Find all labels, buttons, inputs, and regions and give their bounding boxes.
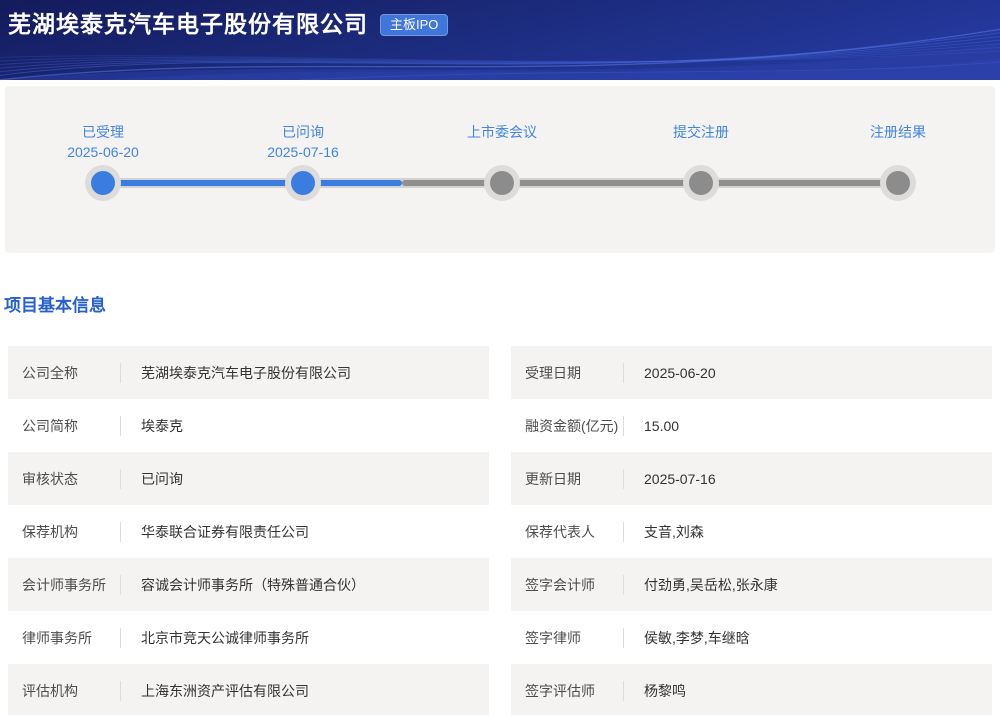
info-row: 公司简称 埃泰克 — [8, 399, 489, 452]
info-row: 签字律师 侯敏,李梦,车继晗 — [511, 611, 992, 664]
info-label: 律师事务所 — [22, 628, 120, 648]
label-value-divider — [623, 575, 624, 595]
stage-dot-icon — [886, 171, 910, 195]
stage-label: 已受理 — [28, 122, 178, 142]
info-row: 签字会计师 付劲勇,吴岳松,张永康 — [511, 558, 992, 611]
timeline-stage-accepted: 已受理 2025-06-20 — [28, 122, 178, 195]
info-label: 评估机构 — [22, 681, 120, 701]
info-value: 容诚会计师事务所（特殊普通合伙） — [141, 575, 365, 595]
stage-date: 2025-07-16 — [228, 142, 378, 162]
info-label: 融资金额(亿元) — [525, 416, 623, 436]
info-row: 评估机构 上海东洲资产评估有限公司 — [8, 664, 489, 715]
info-row: 保荐代表人 支音,刘森 — [511, 505, 992, 558]
stage-label: 提交注册 — [626, 122, 776, 142]
label-value-divider — [120, 469, 121, 489]
info-row: 签字评估师 杨黎鸣 — [511, 664, 992, 715]
stage-dot-icon — [291, 171, 315, 195]
info-label: 签字会计师 — [525, 575, 623, 595]
stage-label: 已问询 — [228, 122, 378, 142]
stage-date: 2025-06-20 — [28, 142, 178, 162]
stage-dot-icon — [490, 171, 514, 195]
timeline-stage-inquired: 已问询 2025-07-16 — [228, 122, 378, 195]
stage-label: 上市委会议 — [427, 122, 577, 142]
section-title-basic-info: 项目基本信息 — [4, 296, 1000, 316]
label-value-divider — [623, 522, 624, 542]
info-value: 支音,刘森 — [644, 522, 704, 542]
info-value: 侯敏,李梦,车继晗 — [644, 628, 750, 648]
info-value: 上海东洲资产评估有限公司 — [141, 681, 309, 701]
label-value-divider — [623, 681, 624, 701]
info-table-right: 受理日期 2025-06-20 融资金额(亿元) 15.00 更新日期 2025… — [511, 346, 992, 715]
page-header: 芜湖埃泰克汽车电子股份有限公司 主板IPO — [0, 0, 1000, 80]
info-row: 受理日期 2025-06-20 — [511, 346, 992, 399]
info-value: 北京市竞天公诚律师事务所 — [141, 628, 309, 648]
label-value-divider — [623, 628, 624, 648]
info-row: 保荐机构 华泰联合证券有限责任公司 — [8, 505, 489, 558]
info-row: 公司全称 芜湖埃泰克汽车电子股份有限公司 — [8, 346, 489, 399]
label-value-divider — [120, 628, 121, 648]
info-value: 埃泰克 — [141, 416, 183, 436]
ipo-progress-timeline: 已受理 2025-06-20 已问询 2025-07-16 上市委会议 提交注册… — [5, 86, 995, 253]
label-value-divider — [120, 681, 121, 701]
label-value-divider — [623, 363, 624, 383]
label-value-divider — [120, 416, 121, 436]
info-label: 审核状态 — [22, 469, 120, 489]
info-label: 签字律师 — [525, 628, 623, 648]
timeline-stage-registration-result: 注册结果 — [823, 122, 973, 195]
info-value: 2025-07-16 — [644, 471, 716, 487]
info-value: 华泰联合证券有限责任公司 — [141, 522, 309, 542]
board-ipo-badge: 主板IPO — [380, 14, 448, 36]
info-label: 会计师事务所 — [22, 575, 120, 595]
stage-label: 注册结果 — [823, 122, 973, 142]
label-value-divider — [120, 363, 121, 383]
info-value: 15.00 — [644, 418, 679, 434]
label-value-divider — [120, 575, 121, 595]
stage-dot-icon — [91, 171, 115, 195]
info-row: 审核状态 已问询 — [8, 452, 489, 505]
info-label: 公司简称 — [22, 416, 120, 436]
stage-date — [427, 142, 577, 162]
stage-date — [626, 142, 776, 162]
info-label: 保荐代表人 — [525, 522, 623, 542]
info-value: 2025-06-20 — [644, 365, 716, 381]
label-value-divider — [623, 469, 624, 489]
stage-date — [823, 142, 973, 162]
info-label: 公司全称 — [22, 363, 120, 383]
info-table-left: 公司全称 芜湖埃泰克汽车电子股份有限公司 公司简称 埃泰克 审核状态 已问询 保… — [8, 346, 489, 715]
timeline-stage-committee-meeting: 上市委会议 — [427, 122, 577, 195]
info-label: 签字评估师 — [525, 681, 623, 701]
info-value: 已问询 — [141, 469, 183, 489]
info-row: 律师事务所 北京市竞天公诚律师事务所 — [8, 611, 489, 664]
info-value: 付劲勇,吴岳松,张永康 — [644, 575, 778, 595]
info-label: 受理日期 — [525, 363, 623, 383]
label-value-divider — [120, 522, 121, 542]
stage-dot-icon — [689, 171, 713, 195]
info-label: 保荐机构 — [22, 522, 120, 542]
company-title: 芜湖埃泰克汽车电子股份有限公司 — [8, 9, 368, 39]
info-label: 更新日期 — [525, 469, 623, 489]
timeline-stage-submit-registration: 提交注册 — [626, 122, 776, 195]
basic-info-tables: 公司全称 芜湖埃泰克汽车电子股份有限公司 公司简称 埃泰克 审核状态 已问询 保… — [8, 346, 992, 715]
info-value: 芜湖埃泰克汽车电子股份有限公司 — [141, 363, 351, 383]
info-row: 更新日期 2025-07-16 — [511, 452, 992, 505]
info-value: 杨黎鸣 — [644, 681, 686, 701]
info-row: 融资金额(亿元) 15.00 — [511, 399, 992, 452]
label-value-divider — [623, 416, 624, 436]
info-row: 会计师事务所 容诚会计师事务所（特殊普通合伙） — [8, 558, 489, 611]
